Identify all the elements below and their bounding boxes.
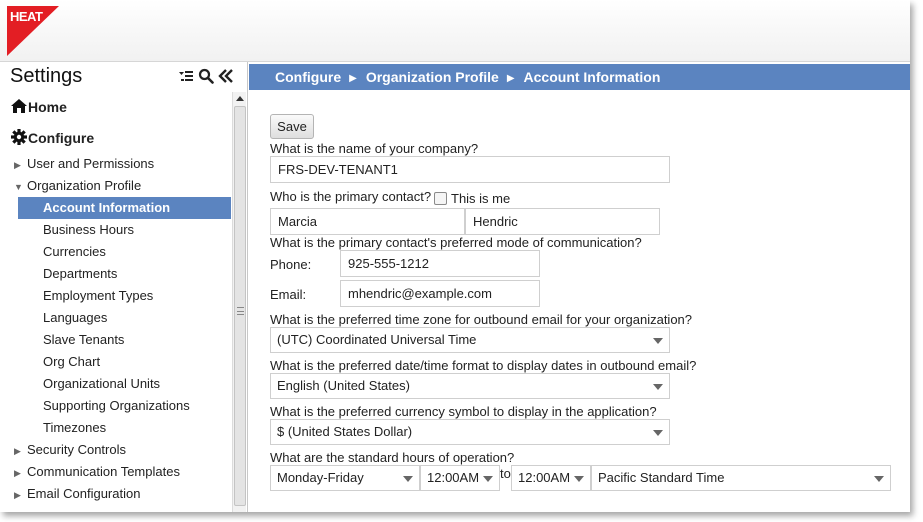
breadcrumb-account-information: Account Information [523, 69, 661, 85]
sidebar-item-employment-types[interactable]: Employment Types [18, 285, 231, 307]
contact-question: Who is the primary contact? [270, 189, 432, 204]
start-time-select[interactable]: 12:00AM [420, 465, 500, 491]
timezone-select-value: (UTC) Coordinated Universal Time [277, 332, 477, 347]
start-time-select-value: 12:00AM [427, 470, 480, 485]
sidebar-item-label: Home [28, 99, 67, 115]
days-select-value: Monday-Friday [277, 470, 364, 485]
company-question: What is the name of your company? [270, 141, 479, 156]
settings-sidebar: Settings Home Configure ▶ User and Permi… [0, 62, 248, 512]
expand-triangle-icon[interactable]: ▶ [14, 154, 27, 176]
company-name-field[interactable]: FRS-DEV-TENANT1 [270, 156, 670, 183]
sidebar-item-label: Email Configuration [27, 486, 141, 501]
expand-triangle-icon[interactable]: ▶ [14, 462, 27, 484]
collapse-list-icon[interactable] [178, 68, 194, 84]
phone-field[interactable]: 925-555-1212 [340, 250, 540, 277]
breadcrumb-separator-icon: ▶ [349, 73, 357, 84]
app-window: HEAT Settings Home Configure ▶ User and … [0, 0, 910, 512]
this-is-me-label: This is me [451, 191, 511, 206]
sidebar-item-currencies[interactable]: Currencies [18, 241, 231, 263]
sidebar-item-org-chart[interactable]: Org Chart [18, 351, 231, 373]
double-chevron-left-icon[interactable] [218, 68, 234, 84]
chevron-down-icon [653, 430, 663, 436]
this-is-me-checkbox[interactable] [434, 192, 447, 205]
breadcrumb-organization-profile[interactable]: Organization Profile [366, 69, 499, 85]
days-select[interactable]: Monday-Friday [270, 465, 420, 491]
hours-question: What are the standard hours of operation… [270, 450, 515, 465]
sidebar-item-label: Organization Profile [27, 178, 142, 193]
logo-text: HEAT [10, 9, 43, 24]
end-time-select[interactable]: 12:00AM [511, 465, 591, 491]
email-label: Email: [270, 287, 307, 302]
end-time-select-value: 12:00AM [518, 470, 571, 485]
search-icon[interactable] [198, 68, 214, 84]
chevron-down-icon [653, 338, 663, 344]
chevron-down-icon [403, 476, 413, 482]
top-header: HEAT [0, 0, 910, 62]
sidebar-item-business-hours[interactable]: Business Hours [18, 219, 231, 241]
scrollbar-thumb[interactable] [234, 106, 246, 506]
sidebar-item-label: Configure [28, 130, 95, 146]
sidebar-title: Settings [10, 65, 83, 87]
datetime-format-select[interactable]: English (United States) [270, 373, 670, 399]
home-icon [11, 99, 27, 113]
sidebar-header: Settings [0, 62, 248, 90]
sidebar-item-slave-tenants[interactable]: Slave Tenants [18, 329, 231, 351]
sidebar-tools [178, 68, 234, 84]
sidebar-item-timezones[interactable]: Timezones [18, 417, 231, 439]
sidebar-item-organization-profile[interactable]: ▼ Organization Profile [14, 175, 141, 197]
hours-to-label: to [500, 466, 511, 481]
gear-icon [11, 129, 27, 145]
phone-label: Phone: [270, 257, 312, 272]
datetime-format-select-value: English (United States) [277, 378, 410, 393]
save-button[interactable]: Save [270, 114, 314, 139]
sidebar-nav: Home Configure ▶ User and Permissions ▼ … [0, 92, 231, 512]
currency-question: What is the preferred currency symbol to… [270, 404, 657, 419]
expand-triangle-icon[interactable]: ▶ [14, 440, 27, 462]
contact-first-name-field[interactable]: Marcia [270, 208, 465, 235]
sidebar-item-email-configuration[interactable]: ▶ Email Configuration [14, 483, 140, 505]
chevron-down-icon [653, 384, 663, 390]
chevron-down-icon [874, 476, 884, 482]
account-information-form: Save What is the name of your company? F… [249, 90, 910, 512]
scroll-up-arrow-icon[interactable] [235, 94, 245, 104]
sidebar-item-security-controls[interactable]: ▶ Security Controls [14, 439, 126, 461]
currency-select[interactable]: $ (United States Dollar) [270, 419, 670, 445]
email-field[interactable]: mhendric@example.com [340, 280, 540, 307]
contact-last-name-field[interactable]: Hendric [465, 208, 660, 235]
expand-triangle-icon[interactable]: ▶ [14, 484, 27, 506]
sidebar-item-account-information[interactable]: Account Information [18, 197, 231, 219]
sidebar-item-home[interactable]: Home [0, 96, 67, 118]
timezone-select[interactable]: (UTC) Coordinated Universal Time [270, 327, 670, 353]
sidebar-item-languages[interactable]: Languages [18, 307, 231, 329]
sidebar-item-organizational-units[interactable]: Organizational Units [18, 373, 231, 395]
sidebar-item-communication-templates[interactable]: ▶ Communication Templates [14, 461, 180, 483]
datetime-format-question: What is the preferred date/time format t… [270, 358, 697, 373]
sidebar-item-label: User and Permissions [27, 156, 155, 171]
sidebar-item-configure[interactable]: Configure [0, 127, 94, 149]
chevron-down-icon [574, 476, 584, 482]
sidebar-item-label: Communication Templates [27, 464, 180, 479]
currency-select-value: $ (United States Dollar) [277, 424, 413, 439]
hours-timezone-select[interactable]: Pacific Standard Time [591, 465, 891, 491]
sidebar-item-supporting-organizations[interactable]: Supporting Organizations [18, 395, 231, 417]
breadcrumb-configure[interactable]: Configure [275, 69, 341, 85]
collapse-triangle-icon[interactable]: ▼ [14, 176, 27, 198]
breadcrumb: Configure ▶ Organization Profile ▶ Account I… [249, 64, 910, 90]
sidebar-scrollbar[interactable] [232, 92, 246, 512]
hours-timezone-select-value: Pacific Standard Time [598, 470, 725, 485]
chevron-down-icon [483, 476, 493, 482]
scrollbar-grip-icon [237, 307, 244, 315]
sidebar-item-departments[interactable]: Departments [18, 263, 231, 285]
timezone-question: What is the preferred time zone for outb… [270, 312, 693, 327]
breadcrumb-separator-icon: ▶ [506, 73, 515, 84]
communication-question: What is the primary contact's preferred … [270, 235, 642, 250]
sidebar-item-user-and-permissions[interactable]: ▶ User and Permissions [14, 153, 154, 175]
sidebar-item-label: Security Controls [27, 442, 126, 457]
